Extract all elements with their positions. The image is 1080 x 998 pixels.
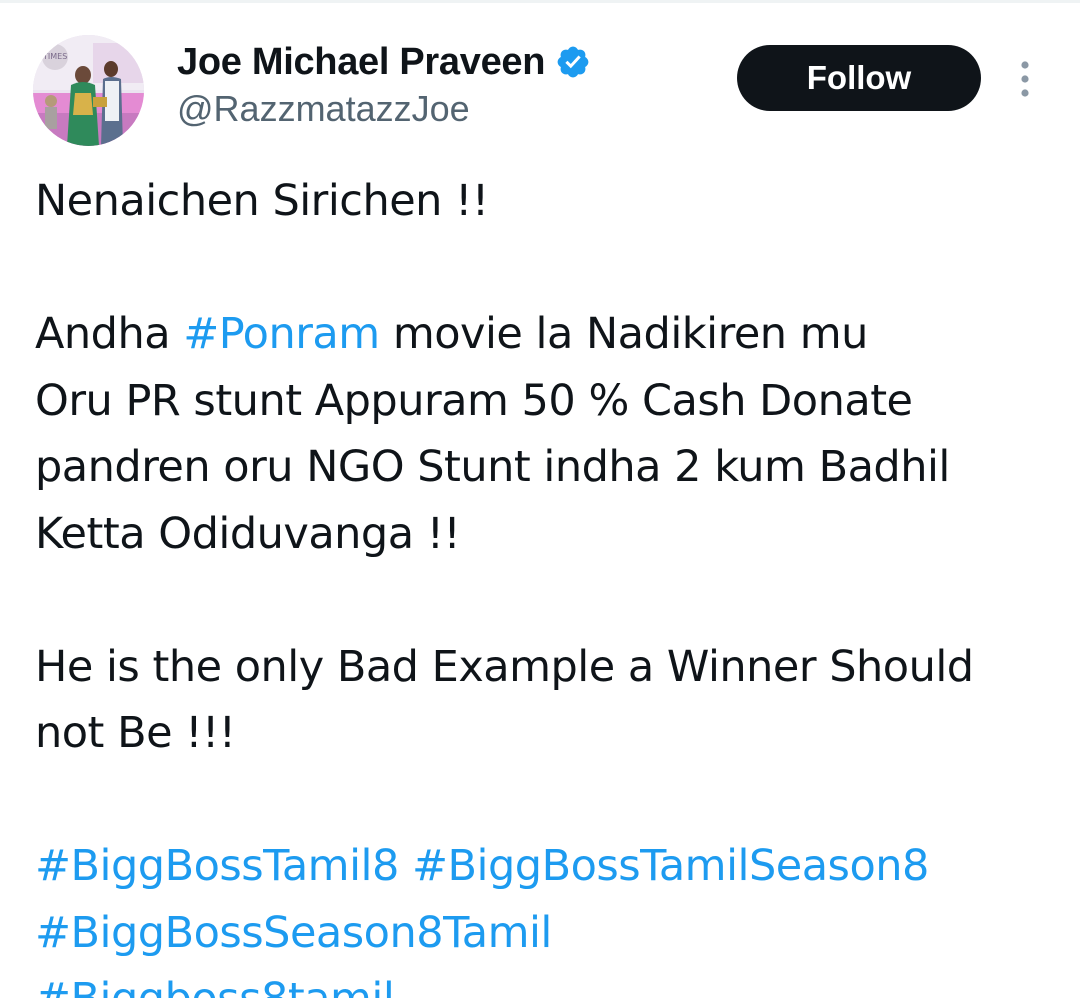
tweet-line: pandren oru NGO Stunt indha 2 kum Badhil: [35, 442, 950, 492]
author-display-name[interactable]: Joe Michael Praveen: [177, 41, 545, 84]
profile-photo-icon: TIMES: [33, 35, 144, 146]
hashtag-line: #BiggBossTamil8 #BiggBossTamilSeason8: [35, 833, 1065, 900]
tweet-line: not Be !!!: [35, 708, 236, 758]
tweet-line: Nenaichen Sirichen !!: [35, 176, 489, 226]
hashtag-link[interactable]: #Biggboss8tamil: [35, 974, 395, 998]
author-handle[interactable]: @RazzmatazzJoe: [177, 88, 470, 130]
author-name-row: Joe Michael Praveen: [177, 36, 591, 88]
hashtag-link[interactable]: #BiggBossTamilSeason8: [412, 841, 929, 891]
tweet-line: Andha #Ponram movie la Nadikiren mu: [35, 301, 1065, 368]
tweet-text: Nenaichen Sirichen !! Andha #Ponram movi…: [35, 168, 1065, 998]
hashtag-link[interactable]: #BiggBossSeason8Tamil: [35, 908, 552, 958]
avatar[interactable]: TIMES: [33, 35, 144, 146]
tweet-line: Oru PR stunt Appuram 50 % Cash Donate: [35, 375, 913, 426]
hashtag-line: #BiggBossSeason8Tamil: [35, 900, 1065, 967]
tweet-line: Ketta Odiduvanga !!: [35, 508, 461, 559]
vertical-ellipsis-icon[interactable]: [1010, 58, 1040, 100]
svg-text:TIMES: TIMES: [42, 52, 67, 61]
tweet-text-segment: movie la Nadikiren mu: [379, 309, 869, 359]
tweet-line: He is the only Bad Example a Winner Shou…: [35, 641, 974, 692]
tweet-text-segment: Andha: [35, 309, 184, 359]
hashtag-link[interactable]: #BiggBossTamil8: [35, 841, 399, 891]
hashtag-line: #Biggboss8tamil: [35, 966, 1065, 998]
hashtag-link[interactable]: #Ponram: [183, 309, 380, 359]
top-divider: [0, 0, 1080, 3]
follow-button[interactable]: Follow: [737, 45, 981, 111]
verified-badge-icon[interactable]: [555, 44, 591, 80]
